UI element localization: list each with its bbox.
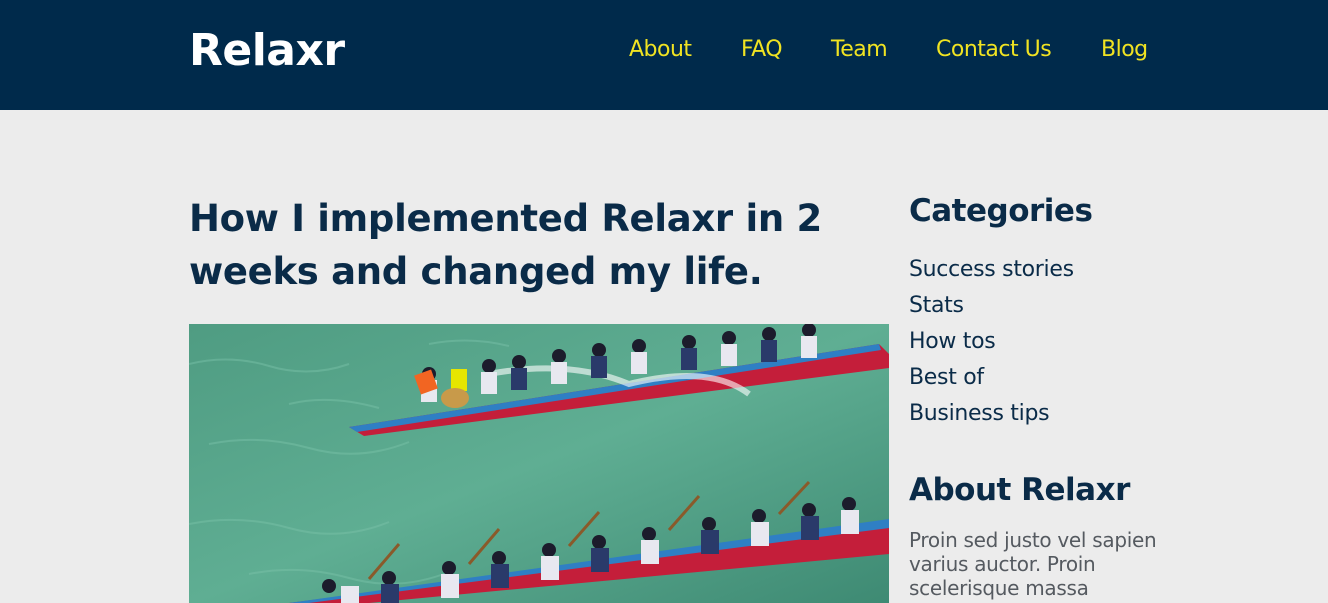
category-business-tips[interactable]: Business tips [909,396,1074,432]
post-hero-image [189,324,889,603]
nav-link-about[interactable]: About [629,37,692,62]
about-text: Proin sed justo vel sapien varius auctor… [909,528,1157,600]
dragon-boat-race-image [189,324,889,603]
nav-link-blog[interactable]: Blog [1101,37,1148,62]
main-nav: About FAQ Team Contact Us Blog [0,37,1328,67]
post-title: How I implemented Relaxr in 2 weeks and … [189,197,822,293]
categories-list: Success stories Stats How tos Best of Bu… [909,252,1074,432]
nav-link-faq[interactable]: FAQ [741,37,783,62]
categories-heading: Categories [909,193,1093,229]
nav-link-team[interactable]: Team [831,37,888,62]
about-heading: About Relaxr [909,472,1130,508]
site-header: Relaxr About FAQ Team Contact Us Blog [0,0,1328,110]
category-stats[interactable]: Stats [909,288,1074,324]
category-how-tos[interactable]: How tos [909,324,1074,360]
category-success-stories[interactable]: Success stories [909,252,1074,288]
category-best-of[interactable]: Best of [909,360,1074,396]
nav-link-contact-us[interactable]: Contact Us [936,37,1052,62]
